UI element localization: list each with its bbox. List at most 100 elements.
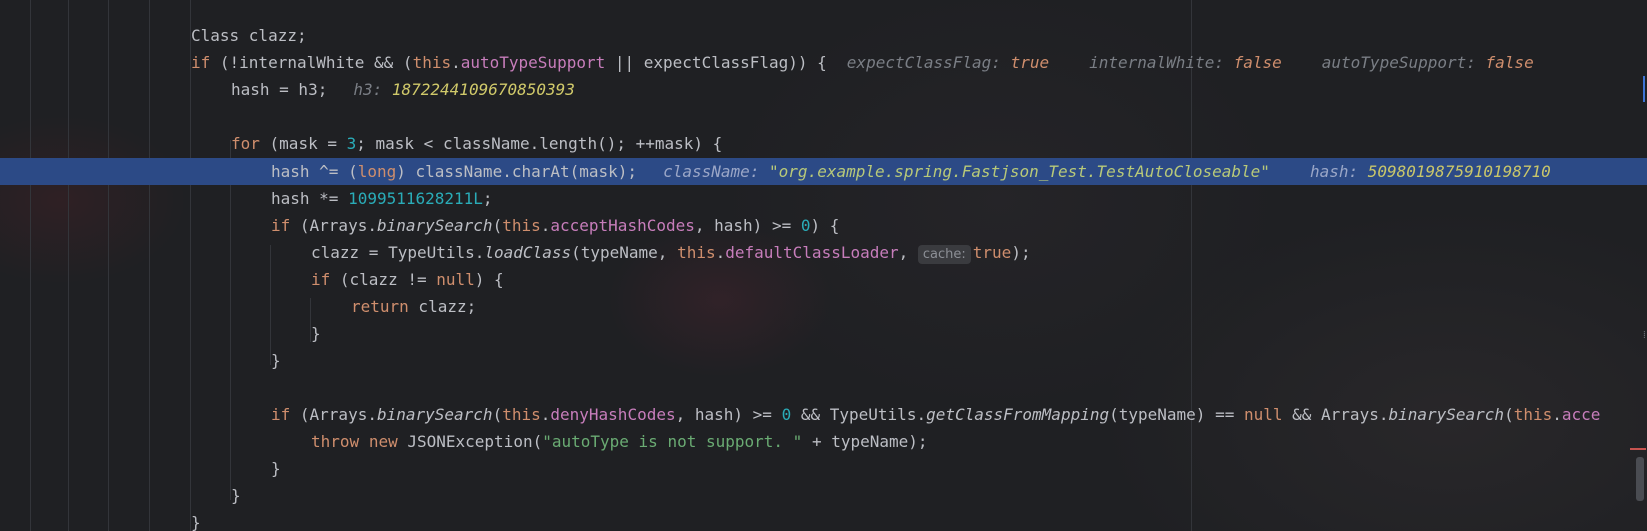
code-line[interactable]: return clazz; [0,293,1647,320]
code-line[interactable]: clazz = TypeUtils.loadClass(typeName, th… [0,239,1647,266]
code-token: (Arrays. [290,405,377,424]
debug-inline-value[interactable]: autoTypeSupport: false [1322,53,1534,72]
code-token: this [502,216,541,235]
code-line[interactable]: } [0,482,1647,509]
code-token: if [271,216,291,235]
code-token: || expectClassFlag)) { [605,53,827,72]
code-line[interactable] [0,374,1647,401]
code-token: (typeName) == [1109,405,1244,424]
code-token: , hash) >= [675,405,782,424]
error-stripe-marker[interactable] [1630,448,1646,450]
code-token: (clazz != [330,270,437,289]
code-line[interactable]: hash *= 1099511628211L; [0,185,1647,212]
code-token: "autoType is not support. " [542,432,803,451]
debug-inline-value[interactable]: internalWhite: false [1089,53,1282,72]
code-editor[interactable]: Class clazz; if (!internalWhite && (this.… [0,0,1647,531]
code-token: (mask = [259,134,347,153]
code-text: for (mask = 3; mask < className.length()… [231,130,722,157]
code-token: && Arrays. [1282,405,1389,424]
code-token: autoTypeSupport [460,53,606,72]
code-line[interactable]: Class clazz; [0,22,1647,49]
code-token: this [677,243,716,262]
vertical-scrollbar-thumb[interactable] [1636,457,1644,501]
code-token: } [271,459,281,478]
code-token: denyHashCodes [550,405,676,424]
code-text: } [231,482,241,509]
debug-value: false [1233,53,1282,72]
code-token: clazz; [408,297,477,316]
code-token: ( [492,405,503,424]
code-token: ; mask < className.length(); ++mask) { [356,134,723,153]
code-token: loadClass [484,243,572,262]
code-text: } [271,455,281,482]
code-line[interactable]: if (Arrays.binarySearch(this.acceptHashC… [0,212,1647,239]
gutter-change-marker [1643,76,1645,102]
debug-inline-value[interactable]: hash: 5098019875910198710 [1310,162,1551,181]
code-token: } [231,486,241,505]
code-token: hash = h3; [231,80,328,99]
code-line[interactable]: if (!internalWhite && (this.autoTypeSupp… [0,49,1647,76]
code-line[interactable]: } [0,509,1647,531]
code-token: long [357,162,397,181]
code-token: . [540,216,551,235]
code-token: 3 [346,134,357,153]
code-line[interactable]: } [0,455,1647,482]
debug-inline-value[interactable]: className: "org.example.spring.Fastjson_… [663,162,1270,181]
code-token: true [972,243,1012,262]
code-token: binarySearch [376,216,493,235]
code-token: defaultClassLoader [725,243,899,262]
code-line[interactable] [0,103,1647,130]
code-text: } [191,509,201,531]
debug-value: true [1010,53,1050,72]
code-token: ) { [474,270,504,289]
debug-value: 1872244109670850393 [391,80,575,99]
code-token: } [271,351,281,370]
debug-value: 5098019875910198710 [1367,162,1551,181]
code-line[interactable]: throw new JSONException("autoType is not… [0,428,1647,455]
code-text: return clazz; [351,293,476,320]
code-token: ( [492,216,503,235]
code-text: Class clazz; [191,22,307,49]
current-execution-line[interactable]: hash ^= (long) className.charAt(mask); cl… [0,158,1647,185]
code-line[interactable]: if (clazz != null) { [0,266,1647,293]
code-line[interactable]: hash = h3; h3: 1872244109670850393 [0,76,1647,103]
code-line[interactable]: for (mask = 3; mask < className.length()… [0,130,1647,157]
code-text: hash = h3; h3: 1872244109670850393 [231,76,575,103]
code-line[interactable]: if (Arrays.binarySearch(this.denyHashCod… [0,401,1647,428]
code-token: , hash) >= [694,216,801,235]
code-token: + typeName); [802,432,928,451]
code-token: throw [311,432,360,451]
debug-value-label: internalWhite: [1089,53,1224,72]
code-text: clazz = TypeUtils.loadClass(typeName, th… [311,239,1031,266]
code-text: } [311,320,321,347]
code-line[interactable]: } [0,320,1647,347]
code-token: ( [1504,405,1514,424]
debug-value: "org.example.spring.Fastjson_Test.TestAu… [769,162,1270,181]
code-token: hash *= [271,189,349,208]
debug-inline-value[interactable]: expectClassFlag: true [847,53,1049,72]
code-text: if (Arrays.binarySearch(this.denyHashCod… [271,401,1600,428]
debug-value-label: h3: [353,80,383,99]
code-token: ) className.charAt(mask); [396,162,638,181]
code-token: (!internalWhite && ( [210,53,413,72]
code-line[interactable]: } [0,347,1647,374]
debug-inline-value[interactable]: h3: 1872244109670850393 [353,80,575,99]
code-text: throw new JSONException("autoType is not… [311,428,928,455]
code-token: . [540,405,551,424]
code-token: } [311,324,321,343]
debug-value-label: className: [663,162,760,181]
code-token: this [412,53,452,72]
debug-value-label: hash: [1309,162,1359,181]
code-text: if (Arrays.binarySearch(this.acceptHashC… [271,212,839,239]
debug-value-label: expectClassFlag: [846,53,1001,72]
code-token: . [451,53,461,72]
code-token: Class clazz; [191,26,307,45]
code-token: this [502,405,541,424]
code-token: null [436,270,475,289]
code-token: 1099511628211L [348,189,483,208]
ellipsis-icon: ⁞ [1643,330,1646,341]
code-token: . [1552,405,1562,424]
code-token: if [311,270,331,289]
debug-value-label: autoTypeSupport: [1321,53,1476,72]
code-token: getClassFromMapping [926,405,1110,424]
